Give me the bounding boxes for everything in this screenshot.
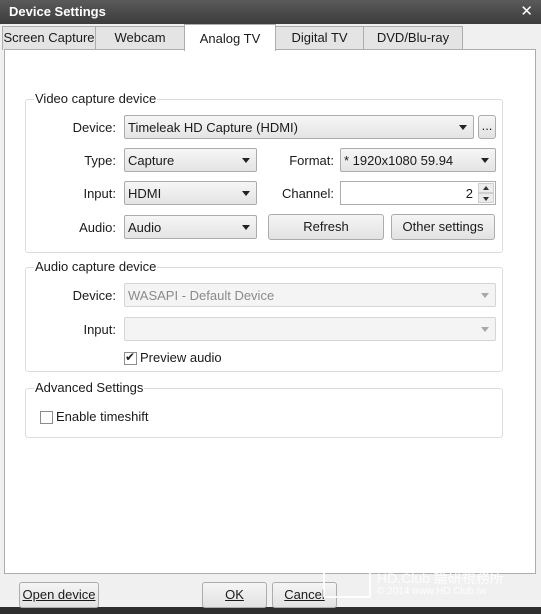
type-label: Type:: [84, 153, 116, 168]
input-value: HDMI: [128, 186, 162, 201]
input-label: Input:: [83, 186, 116, 201]
watermark-line-2: © 2014 www.HD.Club.tw: [377, 586, 487, 597]
chevron-down-icon: [481, 293, 489, 298]
audio-label: Audio:: [79, 220, 116, 235]
browse-device-button[interactable]: ...: [478, 115, 496, 139]
watermark-line-1: HD.Club 論研視務所: [377, 570, 504, 586]
device-label: Device:: [72, 120, 116, 135]
tab-panel-analog-tv: Video capture device Device: Timeleak HD…: [4, 49, 536, 574]
ok-button[interactable]: OK: [202, 582, 267, 608]
close-icon[interactable]: ✕: [520, 2, 533, 20]
channel-spin-arrows: [478, 183, 494, 203]
refresh-button[interactable]: Refresh: [268, 214, 384, 240]
audio-value: Audio: [128, 220, 162, 235]
chevron-down-icon: [459, 125, 467, 130]
chevron-down-icon: [481, 327, 489, 332]
open-device-label: Open device: [22, 587, 96, 602]
video-group-title: Video capture device: [34, 91, 158, 106]
other-settings-button[interactable]: Other settings: [391, 214, 495, 240]
format-select[interactable]: * 1920x1080 59.94: [340, 148, 496, 172]
advanced-group-title: Advanced Settings: [34, 380, 145, 395]
tab-analog-tv[interactable]: Analog TV: [184, 24, 276, 51]
hdclub-logo-icon: [323, 570, 371, 598]
audio-input-select[interactable]: [124, 317, 496, 341]
preview-audio-checkbox[interactable]: [124, 350, 137, 365]
audio-device-select[interactable]: WASAPI - Default Device: [124, 283, 496, 307]
enable-timeshift-label: Enable timeshift: [56, 409, 149, 424]
channel-value: 2: [465, 186, 473, 201]
chevron-down-icon: [481, 158, 489, 163]
title-bar[interactable]: Device Settings ✕: [0, 0, 541, 24]
input-select[interactable]: HDMI: [124, 181, 257, 205]
chevron-down-icon: [242, 225, 250, 230]
spin-down-icon[interactable]: [478, 193, 494, 203]
chevron-down-icon: [242, 191, 250, 196]
video-device-select[interactable]: Timeleak HD Capture (HDMI): [124, 115, 474, 139]
audio-select[interactable]: Audio: [124, 215, 257, 239]
preview-audio-label: Preview audio: [140, 350, 222, 365]
format-label: Format:: [289, 153, 334, 168]
spin-up-icon[interactable]: [478, 183, 494, 193]
open-device-button[interactable]: Open device: [19, 582, 99, 608]
advanced-settings-group: Advanced Settings Enable timeshift: [25, 380, 503, 438]
audio-device-value: WASAPI - Default Device: [128, 288, 275, 303]
type-select[interactable]: Capture: [124, 148, 257, 172]
dialog-client: Screen Capture Webcam Analog TV Digital …: [0, 24, 541, 608]
audio-group-title: Audio capture device: [34, 259, 158, 274]
video-capture-group: Video capture device Device: Timeleak HD…: [25, 91, 503, 253]
tab-screen-capture[interactable]: Screen Capture: [2, 26, 96, 50]
audio-input-label: Input:: [83, 322, 116, 337]
device-settings-window: Device Settings ✕ Screen Capture Webcam …: [0, 0, 541, 614]
chevron-down-icon: [242, 158, 250, 163]
tab-strip: Screen Capture Webcam Analog TV Digital …: [0, 24, 541, 51]
audio-capture-group: Audio capture device Device: WASAPI - De…: [25, 259, 503, 372]
ok-label: OK: [225, 587, 244, 602]
tab-digital-tv[interactable]: Digital TV: [275, 26, 364, 50]
cancel-label: Cancel: [284, 587, 325, 602]
window-title: Device Settings: [9, 4, 106, 19]
channel-label: Channel:: [281, 186, 334, 201]
enable-timeshift-checkbox[interactable]: [40, 411, 53, 424]
tab-dvd-bluray[interactable]: DVD/Blu-ray: [363, 26, 463, 50]
format-value: * 1920x1080 59.94: [344, 153, 454, 168]
audio-device-label: Device:: [72, 288, 116, 303]
type-value: Capture: [128, 153, 175, 168]
video-device-value: Timeleak HD Capture (HDMI): [128, 120, 298, 135]
hdclub-watermark: HD.Club 論研視務所 © 2014 www.HD.Club.tw: [323, 568, 523, 602]
channel-stepper[interactable]: 2: [340, 181, 496, 205]
tab-webcam[interactable]: Webcam: [95, 26, 185, 50]
